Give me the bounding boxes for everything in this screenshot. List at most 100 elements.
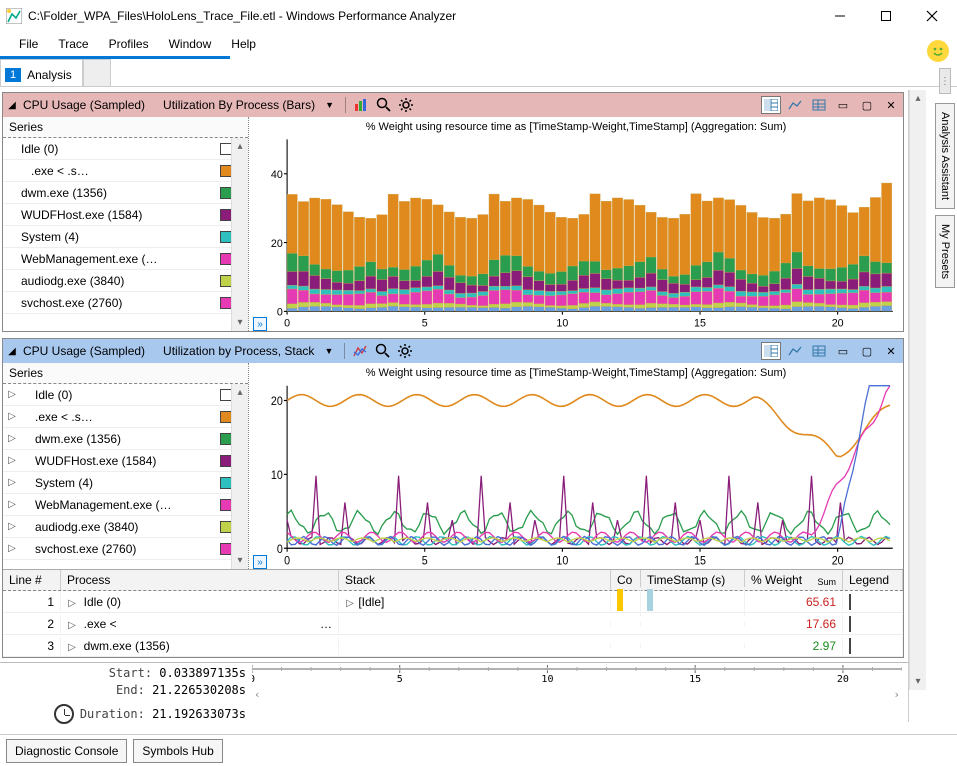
panel-title: CPU Usage (Sampled): [23, 344, 153, 358]
legend-item[interactable]: Idle (0): [3, 138, 248, 160]
collapse-icon[interactable]: ◢: [5, 346, 19, 357]
view-table-icon[interactable]: [809, 96, 829, 114]
tab-number: 1: [5, 68, 21, 82]
view-chart-table-icon[interactable]: [761, 96, 781, 114]
timeline-axis[interactable]: 05101520 ‹›: [252, 665, 902, 722]
panel-cpu-lines: ◢ CPU Usage (Sampled) Utilization by Pro…: [2, 338, 904, 658]
legend-item[interactable]: ▷Idle (0): [3, 384, 248, 406]
legend-item[interactable]: ▷WUDFHost.exe (1584): [3, 450, 248, 472]
svg-text:20: 20: [271, 238, 283, 250]
status-bar: Diagnostic Console Symbols Hub: [0, 734, 957, 766]
feedback-button[interactable]: [927, 40, 949, 62]
tab-new[interactable]: [83, 59, 111, 86]
col-process[interactable]: Process: [61, 570, 339, 590]
expand-icon[interactable]: »: [253, 555, 267, 569]
window-controls: [817, 0, 955, 32]
chart-config-icon[interactable]: [353, 96, 371, 114]
search-icon[interactable]: [374, 342, 392, 360]
maximize-button[interactable]: [863, 0, 909, 32]
close-panel-icon[interactable]: ✕: [881, 96, 901, 114]
col-line[interactable]: Line #: [3, 570, 61, 590]
view-chart-icon[interactable]: [785, 96, 805, 114]
legend-item[interactable]: ▷WebManagement.exe (…: [3, 494, 248, 516]
svg-text:10: 10: [556, 318, 568, 330]
menu-profiles[interactable]: Profiles: [100, 35, 158, 53]
workspace: ◢ CPU Usage (Sampled) Utilization By Pro…: [0, 90, 909, 722]
close-panel-icon[interactable]: ✕: [881, 342, 901, 360]
col-weight[interactable]: % WeightSum: [745, 570, 843, 590]
panel-preset[interactable]: Utilization By Process (Bars): [157, 98, 321, 112]
chart-title: % Weight using resource time as [TimeSta…: [255, 365, 897, 381]
diagnostic-console-button[interactable]: Diagnostic Console: [6, 739, 127, 763]
legend-item[interactable]: ▷dwm.exe (1356): [3, 428, 248, 450]
menu-help[interactable]: Help: [222, 35, 265, 53]
close-button[interactable]: [909, 0, 955, 32]
legend-item[interactable]: WUDFHost.exe (1584): [3, 204, 248, 226]
col-legend[interactable]: Legend: [843, 570, 903, 590]
legend-header: Series: [3, 117, 248, 138]
tab-analysis[interactable]: 1 Analysis: [0, 59, 83, 86]
svg-text:5: 5: [422, 555, 428, 568]
legend-list[interactable]: Idle (0).exe < .s…dwm.exe (1356)WUDFHost…: [3, 138, 248, 331]
chart-pane: % Weight using resource time as [TimeSta…: [249, 117, 903, 331]
sidetab-analysis-assistant[interactable]: Analysis Assistant: [935, 103, 955, 209]
legend-item[interactable]: ▷svchost.exe (2760): [3, 538, 248, 560]
clock-icon: [54, 704, 74, 724]
table-row[interactable]: 3▷ dwm.exe (1356)2.97: [3, 635, 903, 657]
menu-file[interactable]: File: [10, 35, 47, 53]
side-grip[interactable]: ⋮: [939, 68, 951, 94]
legend-list[interactable]: ▷Idle (0)▷.exe < .s…▷dwm.exe (1356)▷WUDF…: [3, 384, 248, 569]
gear-icon[interactable]: [396, 342, 414, 360]
svg-text:0: 0: [252, 674, 255, 683]
sidetab-my-presets[interactable]: My Presets: [935, 215, 955, 288]
maximize-panel-icon[interactable]: ▢: [857, 96, 877, 114]
menu-bar: File Trace Profiles Window Help: [0, 32, 957, 56]
preset-dropdown-icon[interactable]: ▼: [325, 100, 338, 110]
data-table: Line # Process Stack Co TimeStamp (s) % …: [3, 569, 903, 657]
legend-item[interactable]: ▷audiodg.exe (3840): [3, 516, 248, 538]
side-tabs: ⋮ Analysis Assistant My Presets: [933, 68, 957, 288]
table-row[interactable]: 1▷ Idle (0)▷ [Idle]65.61: [3, 591, 903, 613]
svg-text:40: 40: [271, 169, 283, 181]
collapse-icon[interactable]: ◢: [5, 100, 19, 111]
view-chart-icon[interactable]: [785, 342, 805, 360]
search-icon[interactable]: [375, 96, 393, 114]
legend-item[interactable]: WebManagement.exe (…: [3, 248, 248, 270]
table-row[interactable]: 2▷ .exe <…17.66: [3, 613, 903, 635]
expand-icon[interactable]: »: [253, 317, 267, 331]
svg-text:20: 20: [271, 396, 283, 409]
legend-item[interactable]: svchost.exe (2760): [3, 292, 248, 314]
minimize-panel-icon[interactable]: ▭: [833, 96, 853, 114]
legend-item[interactable]: dwm.exe (1356): [3, 182, 248, 204]
chart-config-icon[interactable]: [352, 342, 370, 360]
preset-dropdown-icon[interactable]: ▼: [324, 346, 337, 356]
maximize-panel-icon[interactable]: ▢: [857, 342, 877, 360]
timeline-scrollbar[interactable]: ‹›: [252, 686, 902, 702]
bar-chart[interactable]: 0204005101520 »: [255, 135, 897, 331]
menu-trace[interactable]: Trace: [49, 35, 97, 53]
view-chart-table-icon[interactable]: [761, 342, 781, 360]
legend-item[interactable]: ▷System (4): [3, 472, 248, 494]
svg-text:20: 20: [832, 318, 844, 330]
scrollbar[interactable]: ▴▾: [231, 384, 248, 569]
svg-text:20: 20: [837, 674, 849, 683]
workspace-scrollbar[interactable]: ▴▾: [909, 90, 926, 690]
col-stack[interactable]: Stack: [339, 570, 611, 590]
panel-preset[interactable]: Utilization by Process, Stack: [157, 344, 320, 358]
table-header: Line # Process Stack Co TimeStamp (s) % …: [3, 570, 903, 591]
symbols-hub-button[interactable]: Symbols Hub: [133, 739, 222, 763]
view-table-icon[interactable]: [809, 342, 829, 360]
line-chart[interactable]: 0102005101520 »: [255, 381, 897, 569]
legend-item[interactable]: ▷.exe < .s…: [3, 406, 248, 428]
svg-text:15: 15: [694, 555, 706, 568]
minimize-button[interactable]: [817, 0, 863, 32]
scrollbar[interactable]: ▴▾: [231, 138, 248, 331]
minimize-panel-icon[interactable]: ▭: [833, 342, 853, 360]
svg-text:10: 10: [271, 470, 283, 483]
legend-item[interactable]: System (4): [3, 226, 248, 248]
menu-window[interactable]: Window: [160, 35, 221, 53]
gear-icon[interactable]: [397, 96, 415, 114]
legend-item[interactable]: audiodg.exe (3840): [3, 270, 248, 292]
legend-item[interactable]: .exe < .s…: [3, 160, 248, 182]
chart-pane: % Weight using resource time as [TimeSta…: [249, 363, 903, 569]
